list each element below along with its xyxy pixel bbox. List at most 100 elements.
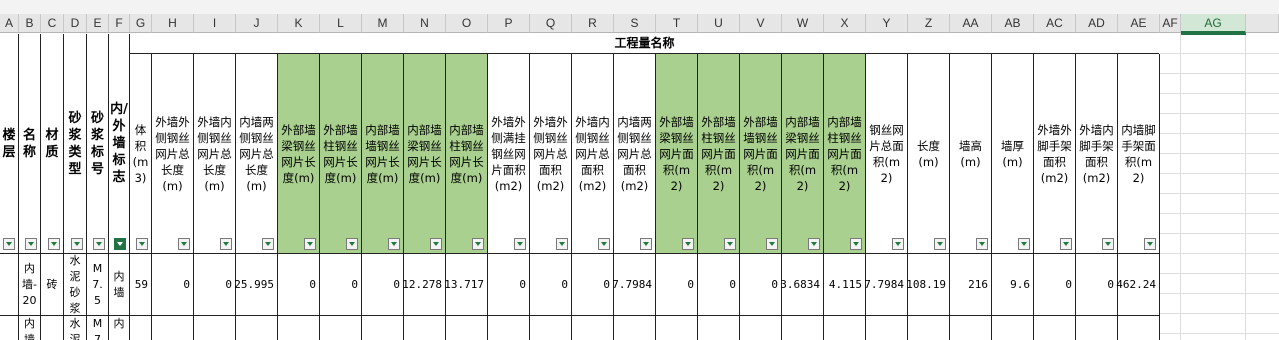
table-cell[interactable]: [866, 316, 908, 340]
table-cell[interactable]: 0: [1076, 254, 1118, 316]
table-cell[interactable]: 0: [1034, 254, 1076, 316]
table-cell[interactable]: [908, 316, 950, 340]
column-header-b[interactable]: B: [19, 14, 41, 33]
table-cell[interactable]: [740, 316, 782, 340]
column-header-r[interactable]: R: [572, 14, 614, 33]
table-cell[interactable]: [656, 316, 698, 340]
table-cell[interactable]: 7.7984: [864, 254, 908, 316]
filter-dropdown-icon[interactable]: [262, 238, 274, 250]
column-header-q[interactable]: Q: [530, 14, 572, 33]
filter-dropdown-icon[interactable]: [514, 238, 526, 250]
table-cell[interactable]: 水泥砂浆: [64, 254, 87, 316]
filter-dropdown-icon[interactable]: [934, 238, 946, 250]
table-cell[interactable]: [130, 316, 152, 340]
table-cell[interactable]: 0: [530, 254, 572, 316]
table-cell[interactable]: 砖: [41, 254, 64, 316]
column-header-g[interactable]: G: [130, 14, 152, 33]
filter-dropdown-icon[interactable]: [25, 238, 37, 250]
filter-dropdown-icon[interactable]: [304, 238, 316, 250]
table-cell[interactable]: 13.717: [444, 254, 488, 316]
filter-dropdown-icon[interactable]: [808, 238, 820, 250]
column-header-i[interactable]: I: [194, 14, 236, 33]
filter-dropdown-icon[interactable]: [766, 238, 778, 250]
filter-dropdown-icon[interactable]: [892, 238, 904, 250]
column-header-c[interactable]: C: [41, 14, 64, 33]
table-cell[interactable]: [0, 316, 19, 340]
table-cell[interactable]: M7.5: [87, 254, 109, 316]
table-cell[interactable]: 0: [194, 254, 236, 316]
filter-dropdown-icon[interactable]: [472, 238, 484, 250]
table-cell[interactable]: 水泥: [64, 316, 87, 340]
filter-dropdown-icon[interactable]: [388, 238, 400, 250]
table-cell[interactable]: 0: [488, 254, 530, 316]
filter-dropdown-icon[interactable]: [1102, 238, 1114, 250]
table-cell[interactable]: 内: [109, 316, 130, 340]
filter-dropdown-icon[interactable]: [1144, 238, 1156, 250]
table-cell[interactable]: 25.995: [234, 254, 278, 316]
table-cell[interactable]: 内墙-20: [19, 254, 41, 316]
column-header-x[interactable]: X: [824, 14, 866, 33]
filter-active-icon[interactable]: [114, 238, 126, 250]
table-cell[interactable]: [488, 316, 530, 340]
table-cell[interactable]: [950, 316, 992, 340]
table-cell[interactable]: [278, 316, 320, 340]
table-cell[interactable]: 7.7984: [612, 254, 656, 316]
column-header-ac[interactable]: AC: [1034, 14, 1076, 33]
table-cell[interactable]: 0: [152, 254, 194, 316]
column-header-v[interactable]: V: [740, 14, 782, 33]
table-cell[interactable]: 108.19: [906, 254, 950, 316]
filter-dropdown-icon[interactable]: [430, 238, 442, 250]
table-cell[interactable]: [992, 316, 1034, 340]
filter-dropdown-icon[interactable]: [3, 238, 15, 250]
column-header-d[interactable]: D: [64, 14, 87, 33]
table-cell[interactable]: [1034, 316, 1076, 340]
table-cell[interactable]: 462.24: [1116, 254, 1160, 316]
column-header-ab[interactable]: AB: [992, 14, 1034, 33]
table-cell[interactable]: 内墙: [19, 316, 41, 340]
column-header-ae[interactable]: AE: [1118, 14, 1160, 33]
table-cell[interactable]: [614, 316, 656, 340]
column-header-m[interactable]: M: [362, 14, 404, 33]
filter-dropdown-icon[interactable]: [556, 238, 568, 250]
filter-dropdown-icon[interactable]: [598, 238, 610, 250]
table-cell[interactable]: 3.6834: [780, 254, 824, 316]
filter-dropdown-icon[interactable]: [850, 238, 862, 250]
column-header-o[interactable]: O: [446, 14, 488, 33]
column-header-y[interactable]: Y: [866, 14, 908, 33]
table-cell[interactable]: [698, 316, 740, 340]
column-header-aa[interactable]: AA: [950, 14, 992, 33]
table-cell[interactable]: [404, 316, 446, 340]
table-cell[interactable]: 内墙: [109, 254, 130, 316]
column-header-k[interactable]: K: [278, 14, 320, 33]
column-header-f[interactable]: F: [109, 14, 130, 33]
column-header-ad[interactable]: AD: [1076, 14, 1118, 33]
table-cell[interactable]: [0, 254, 19, 316]
table-cell[interactable]: 0: [740, 254, 782, 316]
table-cell[interactable]: 0: [656, 254, 698, 316]
column-header-l[interactable]: L: [320, 14, 362, 33]
table-cell[interactable]: [194, 316, 236, 340]
filter-dropdown-icon[interactable]: [976, 238, 988, 250]
filter-dropdown-icon[interactable]: [93, 238, 105, 250]
filter-dropdown-icon[interactable]: [346, 238, 358, 250]
column-header-n[interactable]: N: [404, 14, 446, 33]
filter-dropdown-icon[interactable]: [48, 238, 60, 250]
table-cell[interactable]: 216: [950, 254, 992, 316]
table-cell[interactable]: 0: [320, 254, 362, 316]
table-cell[interactable]: [530, 316, 572, 340]
column-header-e[interactable]: E: [87, 14, 109, 33]
table-cell[interactable]: M7: [87, 316, 109, 340]
table-cell[interactable]: [446, 316, 488, 340]
column-header-a[interactable]: A: [0, 14, 19, 33]
filter-dropdown-icon[interactable]: [220, 238, 232, 250]
table-cell[interactable]: 9.6: [992, 254, 1034, 316]
table-cell[interactable]: [320, 316, 362, 340]
column-header-u[interactable]: U: [698, 14, 740, 33]
table-cell[interactable]: 59: [130, 254, 152, 316]
table-cell[interactable]: 4.115: [824, 254, 866, 316]
table-cell[interactable]: [572, 316, 614, 340]
table-cell[interactable]: [41, 316, 64, 340]
column-header-t[interactable]: T: [656, 14, 698, 33]
filter-dropdown-icon[interactable]: [71, 238, 83, 250]
filter-dropdown-icon[interactable]: [724, 238, 736, 250]
